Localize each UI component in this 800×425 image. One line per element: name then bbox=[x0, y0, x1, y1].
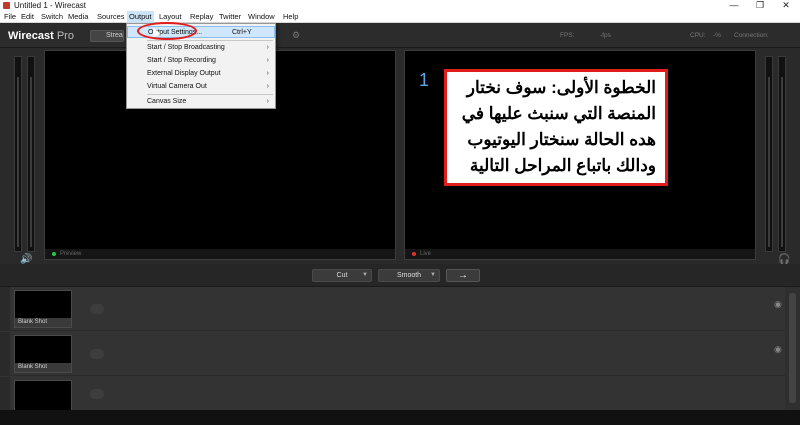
stream-button[interactable]: Stream bbox=[90, 30, 124, 42]
menu-item-broadcasting[interactable]: Start / Stop Broadcasting › bbox=[127, 42, 275, 54]
layer-visibility-icon[interactable]: ◉ bbox=[774, 344, 782, 355]
shot-thumbnail[interactable]: Blank Shot bbox=[14, 290, 72, 328]
status-strip bbox=[0, 410, 800, 425]
audio-meter-right-b bbox=[778, 56, 786, 252]
shot-thumbnail[interactable] bbox=[14, 380, 72, 411]
menu-item-canvas-size[interactable]: Canvas Size › bbox=[127, 96, 275, 108]
fps-label: FPS: bbox=[560, 32, 575, 39]
audio-meter-left-a bbox=[14, 56, 22, 252]
menu-item-label: Start / Stop Broadcasting bbox=[147, 44, 225, 51]
audio-meter-left-b bbox=[27, 56, 35, 252]
close-button[interactable]: ✕ bbox=[776, 0, 796, 11]
layer-row: Blank Shot ◉ bbox=[0, 287, 785, 331]
go-button[interactable]: → bbox=[446, 269, 480, 282]
scrollbar-thumb[interactable] bbox=[789, 293, 796, 403]
cut-transition-select[interactable]: Cut ▼ bbox=[312, 269, 372, 282]
arrow-right-icon: → bbox=[458, 270, 468, 281]
chevron-right-icon: › bbox=[266, 57, 269, 64]
live-footer: Live bbox=[405, 249, 755, 259]
cpu-value: -% bbox=[713, 32, 721, 39]
layers-scrollbar[interactable] bbox=[785, 287, 800, 411]
annotation-line: المنصة التي سنبث عليها في bbox=[461, 104, 656, 123]
highlight-circle bbox=[137, 22, 197, 40]
cut-label: Cut bbox=[336, 272, 348, 279]
wirecast-window: Untitled 1 - Wirecast — ❐ ✕ File Edit Sw… bbox=[0, 0, 800, 425]
cpu-label: CPU: bbox=[690, 32, 706, 39]
logo-suffix: Pro bbox=[56, 30, 74, 42]
live-status-dot bbox=[412, 252, 416, 256]
menu-separator bbox=[147, 94, 273, 95]
window-title: Untitled 1 - Wirecast bbox=[14, 1, 87, 10]
annotation-line: ودالك باتباع المراحل التالية bbox=[469, 156, 656, 175]
menu-output[interactable]: Output bbox=[127, 11, 154, 23]
menu-item-shortcut: Ctrl+Y bbox=[232, 29, 252, 36]
maximize-button[interactable]: ❐ bbox=[750, 0, 770, 11]
wirecast-app-icon bbox=[3, 2, 10, 9]
preview-status-dot bbox=[52, 252, 56, 256]
smooth-transition-select[interactable]: Smooth ▼ bbox=[378, 269, 440, 282]
live-label: Live bbox=[420, 251, 432, 257]
chevron-down-icon: ▼ bbox=[430, 272, 436, 278]
chevron-right-icon: › bbox=[266, 83, 269, 90]
annotation-line: هده الحالة سنختار اليوتيوب bbox=[467, 130, 656, 149]
connection-label: Connection: bbox=[734, 32, 769, 39]
chevron-right-icon: › bbox=[266, 44, 269, 51]
shot-thumbnail[interactable]: Blank Shot bbox=[14, 335, 72, 373]
menu-item-label: External Display Output bbox=[147, 70, 221, 77]
settings-gear-icon[interactable]: ⚙ bbox=[292, 30, 300, 41]
step-number: 1 bbox=[419, 70, 430, 90]
minimize-button[interactable]: — bbox=[724, 0, 744, 11]
shot-name: Blank Shot bbox=[15, 318, 71, 327]
logo-text: Wirecast bbox=[8, 30, 54, 42]
preview-label: Preview bbox=[60, 251, 82, 257]
layer-row bbox=[0, 377, 785, 411]
audio-meter-right-a bbox=[765, 56, 773, 252]
menu-sources[interactable]: Sources bbox=[95, 11, 127, 23]
preview-footer: Preview bbox=[45, 249, 395, 259]
shot-layers: Blank Shot ◉ Blank Shot ◉ bbox=[0, 286, 800, 411]
menu-media[interactable]: Media bbox=[66, 11, 90, 23]
add-shot-icon[interactable] bbox=[90, 304, 104, 314]
title-bar: Untitled 1 - Wirecast — ❐ ✕ bbox=[0, 0, 800, 11]
tutorial-annotation-box: الخطوة الأولى: سوف نختار المنصة التي سنب… bbox=[444, 69, 668, 186]
menu-item-label: Canvas Size bbox=[147, 98, 187, 105]
layer-handle[interactable] bbox=[0, 287, 10, 330]
chevron-right-icon: › bbox=[266, 98, 269, 105]
menu-switch[interactable]: Switch bbox=[39, 11, 65, 23]
menu-separator bbox=[147, 40, 273, 41]
toolbar: Wirecast Pro Stream ⚙ FPS: -fps CPU: -% … bbox=[0, 24, 800, 48]
menu-help[interactable]: Help bbox=[281, 11, 300, 23]
menu-item-label: Start / Stop Recording bbox=[147, 57, 216, 64]
chevron-down-icon: ▼ bbox=[362, 272, 368, 278]
layer-handle[interactable] bbox=[0, 332, 10, 375]
add-shot-icon[interactable] bbox=[90, 389, 104, 399]
menu-file[interactable]: File bbox=[2, 11, 18, 23]
menu-window[interactable]: Window bbox=[246, 11, 277, 23]
menu-replay[interactable]: Replay bbox=[188, 11, 215, 23]
smooth-label: Smooth bbox=[396, 272, 422, 279]
fps-value: -fps bbox=[600, 32, 611, 39]
chevron-right-icon: › bbox=[266, 70, 269, 77]
add-shot-icon[interactable] bbox=[90, 349, 104, 359]
menu-item-external-display[interactable]: External Display Output › bbox=[127, 68, 275, 80]
menu-item-recording[interactable]: Start / Stop Recording › bbox=[127, 55, 275, 67]
menu-item-virtual-camera[interactable]: Virtual Camera Out › bbox=[127, 81, 275, 93]
menu-bar: File Edit Switch Media Sources Output La… bbox=[0, 11, 800, 23]
menu-edit[interactable]: Edit bbox=[19, 11, 36, 23]
menu-twitter[interactable]: Twitter bbox=[217, 11, 243, 23]
layer-handle[interactable] bbox=[0, 377, 10, 410]
layer-visibility-icon[interactable]: ◉ bbox=[774, 299, 782, 310]
wirecast-logo: Wirecast Pro bbox=[8, 30, 74, 42]
layer-row: Blank Shot ◉ bbox=[0, 332, 785, 376]
menu-item-label: Virtual Camera Out bbox=[147, 83, 207, 90]
shot-name: Blank Shot bbox=[15, 363, 71, 372]
transition-bar: Cut ▼ Smooth ▼ → bbox=[0, 264, 800, 286]
annotation-line: الخطوة الأولى: سوف نختار bbox=[466, 78, 656, 97]
